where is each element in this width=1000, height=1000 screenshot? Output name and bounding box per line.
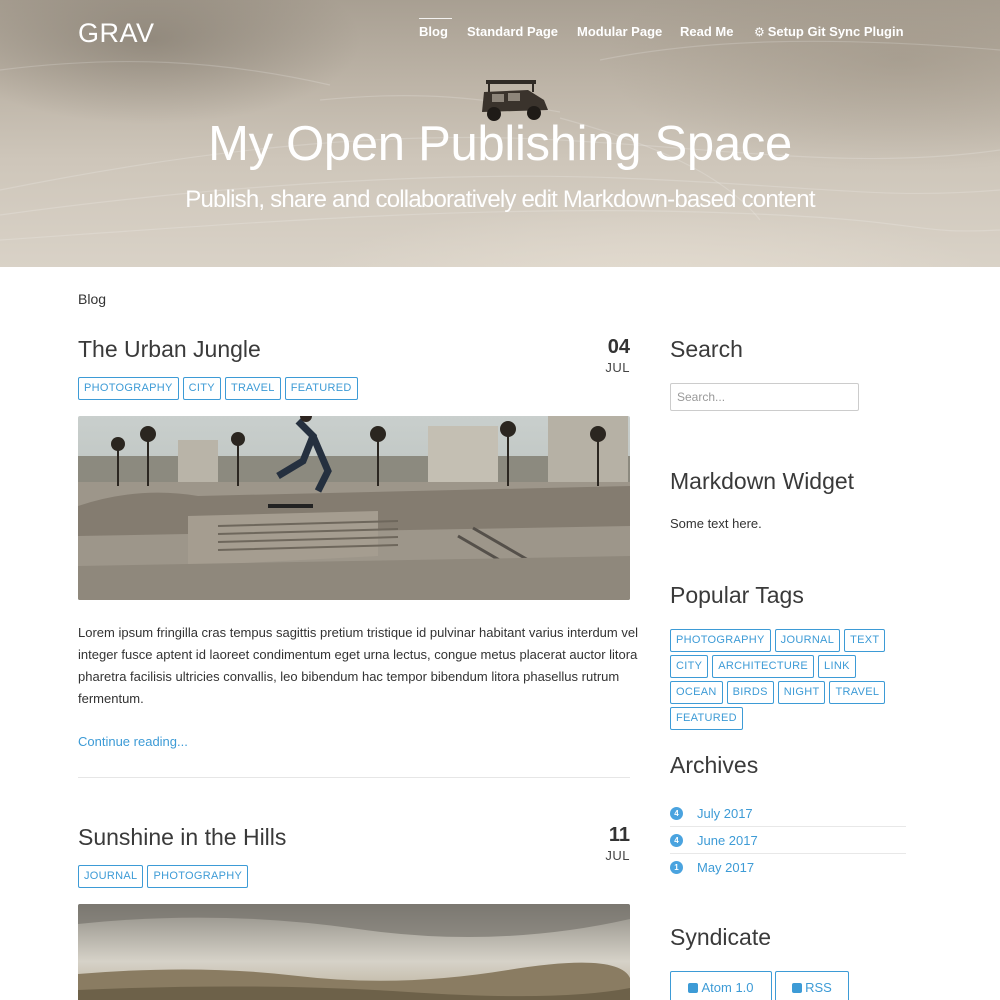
rss-icon	[688, 983, 699, 993]
hero-banner: GRAV Blog Standard Page Modular Page Rea…	[0, 0, 1000, 267]
syndicate-heading: Syndicate	[670, 924, 772, 950]
archive-item[interactable]: 4 June 2017	[670, 827, 906, 854]
markdown-widget-text: Some text here.	[670, 516, 762, 531]
tag-travel[interactable]: TRAVEL	[224, 377, 281, 400]
rss-feed-label: RSS	[805, 980, 832, 995]
page-subtitle: Publish, share and collaboratively edit …	[185, 186, 815, 213]
archive-count-badge: 1	[670, 861, 683, 874]
atom-feed-label: Atom 1.0	[701, 980, 754, 995]
archive-count-badge: 4	[670, 833, 683, 847]
atom-feed-button[interactable]: Atom 1.0	[670, 971, 772, 1000]
archive-label: May 2017	[697, 860, 755, 875]
archive-item[interactable]: 1 May 2017	[670, 854, 906, 881]
page-title: My Open Publishing Space	[208, 117, 792, 171]
tag-city[interactable]: CITY	[182, 377, 221, 400]
tag-photography[interactable]: PHOTOGRAPHY	[78, 377, 179, 400]
hills-photo	[78, 904, 630, 1000]
continue-reading-link[interactable]: Continue reading...	[78, 734, 188, 749]
main-nav: Blog Standard Page Modular Page Read Me …	[0, 18, 1000, 44]
skatepark-photo	[78, 416, 630, 600]
nav-item-blog[interactable]: Blog	[419, 18, 452, 39]
tag-architecture[interactable]: ARCHITECTURE	[712, 655, 815, 678]
post-tags: JOURNAL PHOTOGRAPHY	[78, 865, 249, 888]
post-month: JUL	[605, 848, 630, 863]
tag-travel[interactable]: TRAVEL	[829, 681, 886, 704]
archive-label: June 2017	[697, 832, 758, 848]
tag-photography[interactable]: PHOTOGRAPHY	[147, 865, 249, 888]
search-heading: Search	[670, 336, 743, 362]
tag-featured[interactable]: FEATURED	[670, 707, 743, 730]
nav-item-modular-page[interactable]: Modular Page	[577, 24, 662, 39]
tag-night[interactable]: NIGHT	[777, 681, 826, 704]
post-date: 11 JUL	[580, 824, 630, 863]
tag-birds[interactable]: BIRDS	[726, 681, 774, 704]
post-day: 11	[608, 824, 630, 846]
post-summary: Lorem ipsum fringilla cras tempus sagitt…	[78, 625, 638, 706]
tag-city[interactable]: CITY	[670, 655, 709, 678]
rss-icon	[792, 983, 803, 993]
archives-list: 4 July 2017 4 June 2017 1 May 2017	[670, 800, 906, 881]
popular-tags-heading: Popular Tags	[670, 582, 804, 608]
post-tags: PHOTOGRAPHY CITY TRAVEL FEATURED	[78, 377, 358, 400]
post-image[interactable]	[78, 416, 630, 600]
nav-item-standard-page[interactable]: Standard Page	[467, 24, 558, 39]
nav-item-git-sync-label: Setup Git Sync Plugin	[767, 24, 904, 39]
tag-journal[interactable]: JOURNAL	[78, 865, 144, 888]
post-day: 04	[607, 336, 630, 358]
rss-feed-button[interactable]: RSS	[775, 971, 849, 1000]
archive-item[interactable]: 4 July 2017	[670, 800, 906, 827]
tag-link[interactable]: LINK	[818, 655, 856, 678]
tag-ocean[interactable]: OCEAN	[670, 681, 723, 704]
post-date: 04 JUL	[580, 336, 630, 375]
post-image[interactable]	[78, 904, 630, 1000]
archive-label: July 2017	[697, 805, 753, 821]
tag-photography[interactable]: PHOTOGRAPHY	[670, 629, 771, 652]
nav-item-read-me[interactable]: Read Me	[680, 24, 733, 39]
tag-text[interactable]: TEXT	[844, 629, 886, 652]
post-month: JUL	[605, 360, 630, 375]
tag-featured[interactable]: FEATURED	[284, 377, 358, 400]
archive-count-badge: 4	[670, 806, 683, 820]
archives-heading: Archives	[670, 752, 759, 778]
post-title[interactable]: Sunshine in the Hills	[78, 824, 286, 851]
tag-cloud: PHOTOGRAPHY JOURNAL TEXT CITY ARCHITECTU…	[670, 629, 910, 730]
markdown-widget-heading: Markdown Widget	[670, 468, 855, 494]
breadcrumb[interactable]: Blog	[78, 291, 106, 307]
post-title[interactable]: The Urban Jungle	[78, 336, 261, 363]
search-input[interactable]	[670, 383, 859, 411]
post-divider	[78, 777, 630, 778]
nav-item-git-sync[interactable]: ⚙ Setup Git Sync Plugin	[754, 24, 904, 39]
gear-icon: ⚙	[754, 25, 765, 39]
tag-journal[interactable]: JOURNAL	[774, 629, 841, 652]
